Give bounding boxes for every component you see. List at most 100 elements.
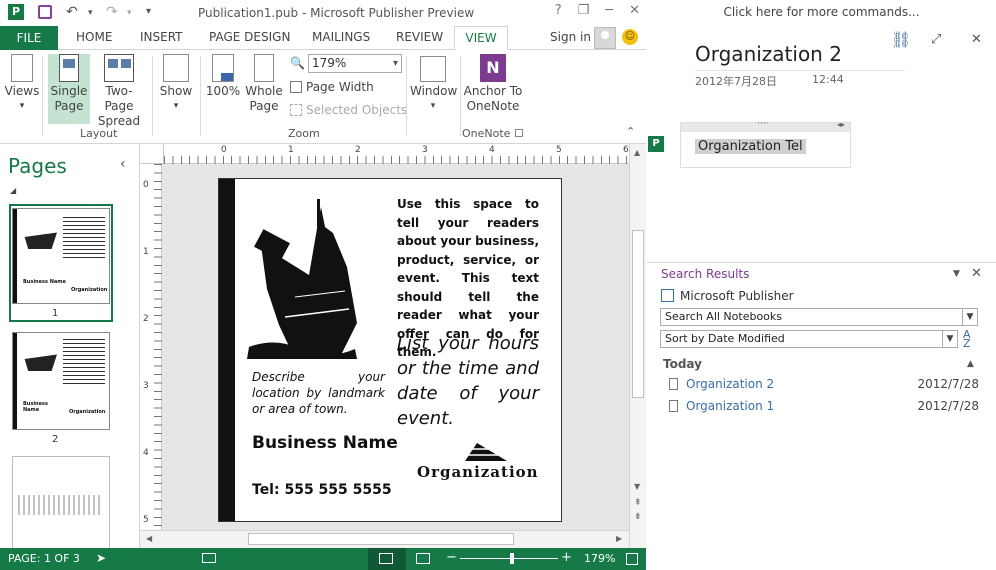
search-result-item[interactable]: Organization 1 2012/7/28	[669, 399, 979, 413]
vertical-ruler[interactable]: 0 1 2 3 4 5	[140, 164, 162, 538]
horizontal-ruler[interactable]: 0 1 2 3 4 5 6	[164, 144, 630, 164]
tab-review[interactable]: REVIEW	[396, 30, 443, 44]
collapse-group-icon[interactable]: ▲	[967, 359, 974, 369]
undo-icon[interactable]: ↶	[66, 4, 78, 20]
note-resize-icon[interactable]: ◂▸	[837, 120, 845, 129]
scroll-up-icon[interactable]: ▲	[634, 148, 640, 157]
vruler-1: 1	[143, 247, 149, 257]
page-thumbnail-2[interactable]: Business Name Organization	[12, 332, 110, 430]
macro-icon[interactable]	[202, 553, 216, 563]
vertical-scrollbar[interactable]: ▲ ▼ ⇞ ⇟	[629, 144, 646, 548]
full-page-view-icon[interactable]: ⤢	[931, 32, 941, 47]
close-onenote-icon[interactable]: ✕	[971, 32, 982, 47]
tab-page-design[interactable]: PAGE DESIGN	[209, 30, 290, 44]
sign-in-link[interactable]: Sign in	[550, 30, 591, 44]
views-button[interactable]: Views ▾	[4, 54, 40, 114]
zoom-magnifier-icon: 🔍	[290, 56, 305, 70]
zoom-100-button[interactable]: 100%	[204, 54, 242, 99]
onenote-dialog-launcher-icon[interactable]	[515, 129, 523, 137]
minimize-button[interactable]: ─	[605, 3, 613, 18]
search-scope-select[interactable]: Search All Notebooks ▼	[660, 308, 978, 326]
previous-page-icon[interactable]: ⇞	[634, 498, 642, 508]
business-name[interactable]: Business Name	[252, 433, 398, 453]
hours-text[interactable]: List your hours or the time and date of …	[397, 331, 539, 431]
zoom-in-icon[interactable]: +	[561, 550, 572, 565]
more-commands-bar[interactable]: Click here for more commands...	[647, 0, 996, 24]
help-button[interactable]: ?	[555, 3, 562, 18]
page-icon	[669, 378, 678, 390]
selected-objects-button[interactable]: Selected Objects	[290, 103, 407, 117]
zoom-combo[interactable]: 179%	[308, 54, 402, 73]
close-button[interactable]: ✕	[629, 3, 640, 18]
views-dropdown-icon: ▾	[19, 101, 25, 111]
location-text[interactable]: Describe your location by landmark or ar…	[252, 369, 385, 417]
vertical-scroll-thumb[interactable]	[632, 230, 644, 398]
note-container-bar[interactable]: ···· ◂▸	[681, 119, 850, 132]
search-pane-close-icon[interactable]: ✕	[971, 266, 982, 281]
page-thumbnail-1[interactable]: Business Name Organization	[12, 208, 110, 304]
save-icon[interactable]	[38, 5, 52, 19]
window-dropdown-icon: ▾	[430, 101, 436, 111]
hruler-6: 6	[623, 145, 629, 155]
note-time: 12:44	[812, 73, 844, 86]
zoom-100-label: 100%	[205, 84, 241, 98]
redo-icon[interactable]: ↷	[106, 4, 118, 20]
tab-view[interactable]: VIEW	[454, 26, 508, 51]
publisher-app-icon[interactable]: P	[8, 4, 24, 20]
zoom-level[interactable]: 179%	[584, 552, 615, 565]
collapse-ribbon-icon[interactable]: ⌃	[626, 125, 635, 138]
whole-page-button[interactable]: Whole Page	[244, 54, 284, 114]
single-page-content[interactable]: Single Page	[48, 54, 90, 114]
undo-dropdown-icon[interactable]: ▾	[88, 8, 93, 18]
page-count[interactable]: PAGE: 1 OF 3	[8, 552, 80, 565]
page-width-button[interactable]: Page Width	[290, 80, 374, 94]
show-button[interactable]: Show ▾	[156, 54, 196, 114]
ribbon-display-button[interactable]: ❐	[578, 3, 590, 18]
zoom-out-icon[interactable]: −	[446, 550, 457, 565]
avatar[interactable]	[594, 27, 616, 49]
collapse-pages-icon[interactable]: ‹	[120, 156, 126, 172]
ship-image[interactable]	[245, 197, 365, 363]
sort-select[interactable]: Sort by Date Modified ▼	[660, 330, 958, 348]
scroll-right-icon[interactable]: ▶	[616, 534, 622, 543]
pages-expand-icon[interactable]: ◢	[10, 186, 16, 195]
results-group-today[interactable]: Today	[663, 357, 702, 371]
note-container[interactable]: ···· ◂▸ Organization Tel	[680, 119, 851, 168]
zoom-slider-thumb[interactable]	[510, 553, 514, 564]
page-thumbnail-3[interactable]	[12, 456, 110, 548]
tab-mailings[interactable]: MAILINGS	[312, 30, 370, 44]
anchor-to-onenote-button[interactable]: N Anchor To OneNote	[462, 54, 524, 114]
horizontal-scroll-thumb[interactable]	[248, 533, 514, 545]
note-drag-handle-icon[interactable]: ····	[757, 119, 768, 129]
window-button[interactable]: Window ▾	[410, 54, 457, 114]
note-title[interactable]: Organization 2	[695, 42, 842, 66]
scroll-down-icon[interactable]: ▼	[634, 482, 640, 491]
publisher-link-icon[interactable]: P	[648, 136, 664, 152]
tab-home[interactable]: HOME	[76, 30, 112, 44]
redo-dropdown-icon[interactable]: ▾	[127, 8, 132, 18]
search-result-item[interactable]: Organization 2 2012/7/28	[669, 377, 979, 391]
tab-file[interactable]: FILE	[0, 26, 58, 50]
sort-direction-icon[interactable]: AZ	[963, 329, 971, 349]
customize-toolbar-icon[interactable]: ▾	[146, 6, 151, 17]
search-pane-menu-icon[interactable]: ▼	[953, 269, 960, 279]
note-text[interactable]: Organization Tel	[695, 139, 806, 154]
two-page-view-icon[interactable]	[416, 553, 430, 564]
feedback-smile-icon[interactable]: ☺	[622, 29, 638, 45]
anchor-label-2: OneNote	[466, 99, 520, 113]
horizontal-scrollbar[interactable]: ◀ ▶	[140, 530, 629, 548]
page-black-bar	[219, 179, 235, 521]
scroll-left-icon[interactable]: ◀	[146, 534, 152, 543]
hruler-2: 2	[355, 145, 361, 155]
linked-notes-icon[interactable]: ⛓	[891, 30, 911, 49]
tel-text[interactable]: Tel: 555 555 5555	[252, 482, 392, 498]
organization-text[interactable]: Organization	[417, 463, 539, 481]
publication-page[interactable]: Use this space to tell your readers abou…	[218, 178, 562, 522]
next-page-icon[interactable]: ⇟	[634, 512, 642, 522]
fit-page-icon[interactable]	[626, 553, 638, 565]
zoom-slider[interactable]	[460, 558, 558, 559]
result-name: Organization 1	[686, 399, 775, 413]
two-page-spread-button[interactable]: Two-Page Spread	[92, 54, 146, 129]
cursor-icon: ➤	[96, 551, 107, 565]
tab-insert[interactable]: INSERT	[140, 30, 183, 44]
